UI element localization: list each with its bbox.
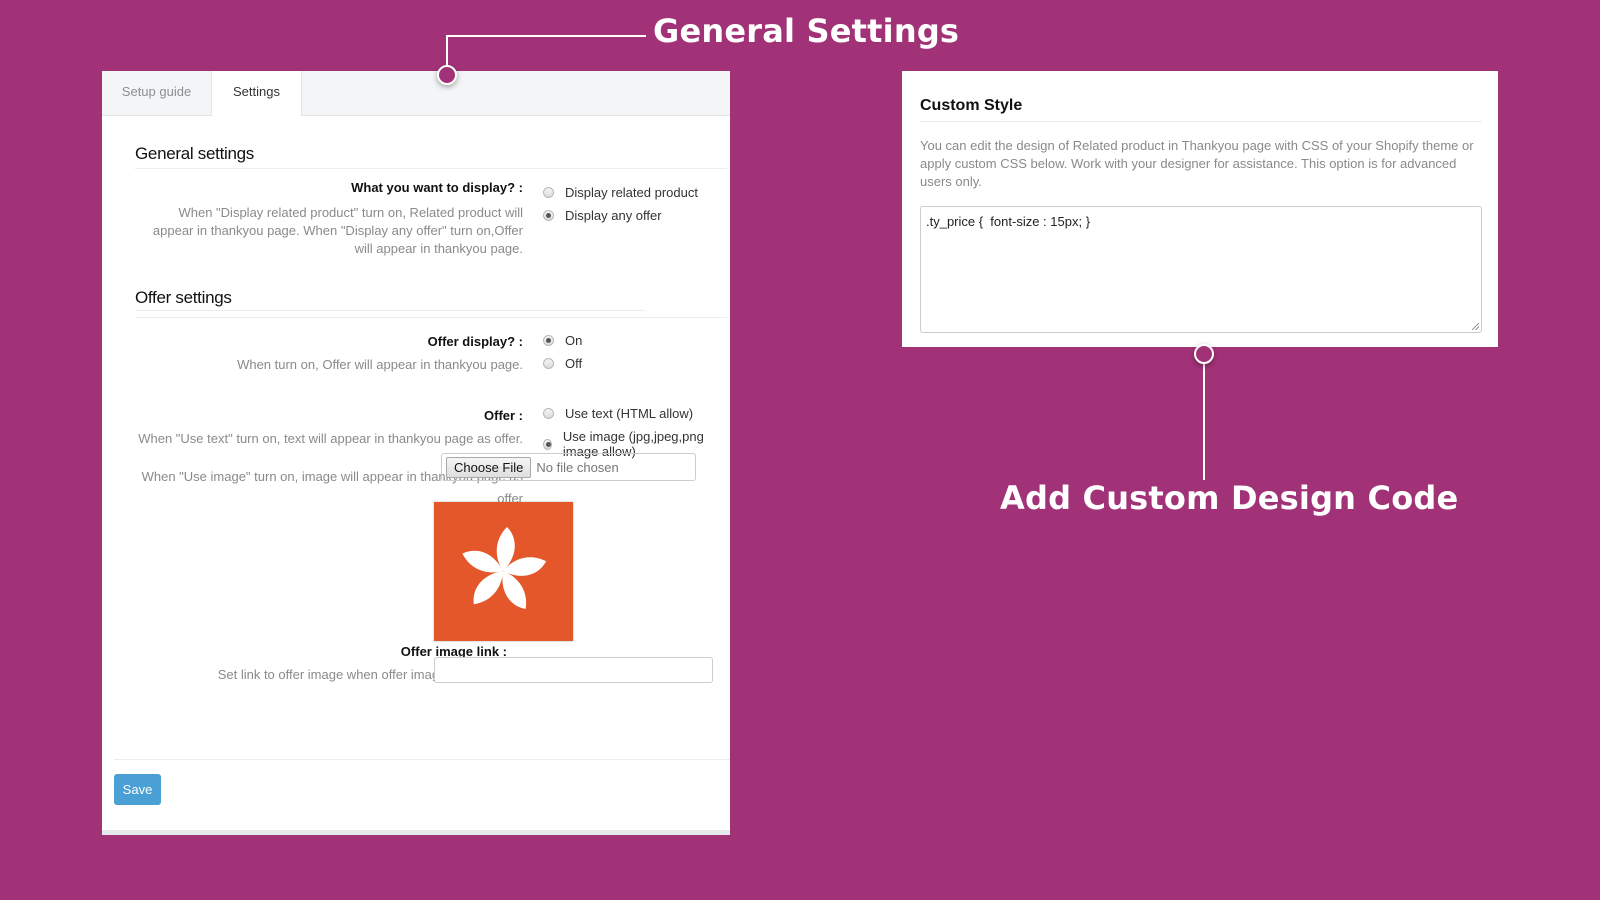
custom-design-callout: Add Custom Design Code — [1000, 479, 1459, 517]
radio-label: Off — [565, 356, 583, 371]
custom-style-panel: Custom Style You can edit the design of … — [902, 71, 1498, 347]
radio-button[interactable] — [543, 335, 554, 346]
radio-offer-off[interactable]: Off — [543, 356, 582, 371]
divider — [920, 121, 1482, 122]
radio-button[interactable] — [543, 438, 552, 450]
radio-display-any-offer[interactable]: Display any offer — [543, 208, 662, 223]
radio-label: On — [565, 333, 583, 348]
callout-connector — [1203, 364, 1205, 480]
radio-button[interactable] — [543, 187, 554, 198]
offer-help-text: When "Use text" turn on, text will appea… — [138, 431, 523, 446]
offer-display-help: When turn on, Offer will appear in thank… — [237, 357, 523, 372]
save-button[interactable]: Save — [114, 774, 161, 805]
radio-label: Display any offer — [565, 208, 662, 223]
divider — [135, 317, 727, 318]
callout-connector — [446, 35, 448, 67]
radio-use-text[interactable]: Use text (HTML allow) — [543, 406, 693, 421]
radio-button[interactable] — [543, 408, 554, 419]
file-status: No file chosen — [536, 459, 619, 475]
radio-button[interactable] — [543, 358, 554, 369]
display-field-label: What you want to display? : — [351, 180, 523, 195]
radio-button[interactable] — [543, 210, 554, 221]
divider — [135, 168, 727, 169]
custom-css-value: .ty_price { font-size : 15px; } — [926, 214, 1091, 229]
radio-label: Use text (HTML allow) — [565, 406, 694, 421]
callout-dot — [1194, 344, 1214, 364]
custom-style-description: You can edit the design of Related produ… — [920, 138, 1474, 189]
radio-offer-on[interactable]: On — [543, 333, 582, 348]
general-settings-heading: General settings — [135, 144, 254, 163]
settings-panel: Setup guide Settings General settings Wh… — [102, 71, 730, 835]
tab-bar: Setup guide Settings — [102, 71, 730, 116]
divider — [114, 759, 730, 760]
bauhinia-flower-icon — [462, 527, 547, 609]
offer-display-label: Offer display? : — [427, 334, 523, 349]
display-field-help: When "Display related product" turn on, … — [152, 205, 523, 256]
general-settings-callout: General Settings — [653, 12, 960, 50]
tab-settings[interactable]: Settings — [211, 71, 302, 116]
resize-handle[interactable] — [1472, 323, 1479, 330]
panel-footer — [102, 830, 730, 835]
radio-display-related-product[interactable]: Display related product — [543, 185, 698, 200]
tab-setup-guide[interactable]: Setup guide — [102, 71, 211, 115]
display-field-label-wrap: What you want to display? : — [135, 180, 523, 195]
offer-image-file-input[interactable]: Choose File No file chosen — [441, 453, 696, 481]
offer-image-link-input[interactable] — [434, 657, 713, 683]
offer-image-preview — [434, 502, 573, 641]
choose-file-button[interactable]: Choose File — [446, 456, 532, 478]
custom-style-heading: Custom Style — [920, 97, 1023, 114]
divider — [135, 310, 645, 311]
offer-label: Offer : — [484, 408, 523, 423]
callout-dot — [437, 65, 457, 85]
radio-label: Display related product — [565, 185, 698, 200]
callout-connector — [446, 35, 646, 37]
offer-settings-heading: Offer settings — [135, 288, 232, 307]
custom-css-textarea[interactable]: .ty_price { font-size : 15px; } — [920, 206, 1482, 333]
